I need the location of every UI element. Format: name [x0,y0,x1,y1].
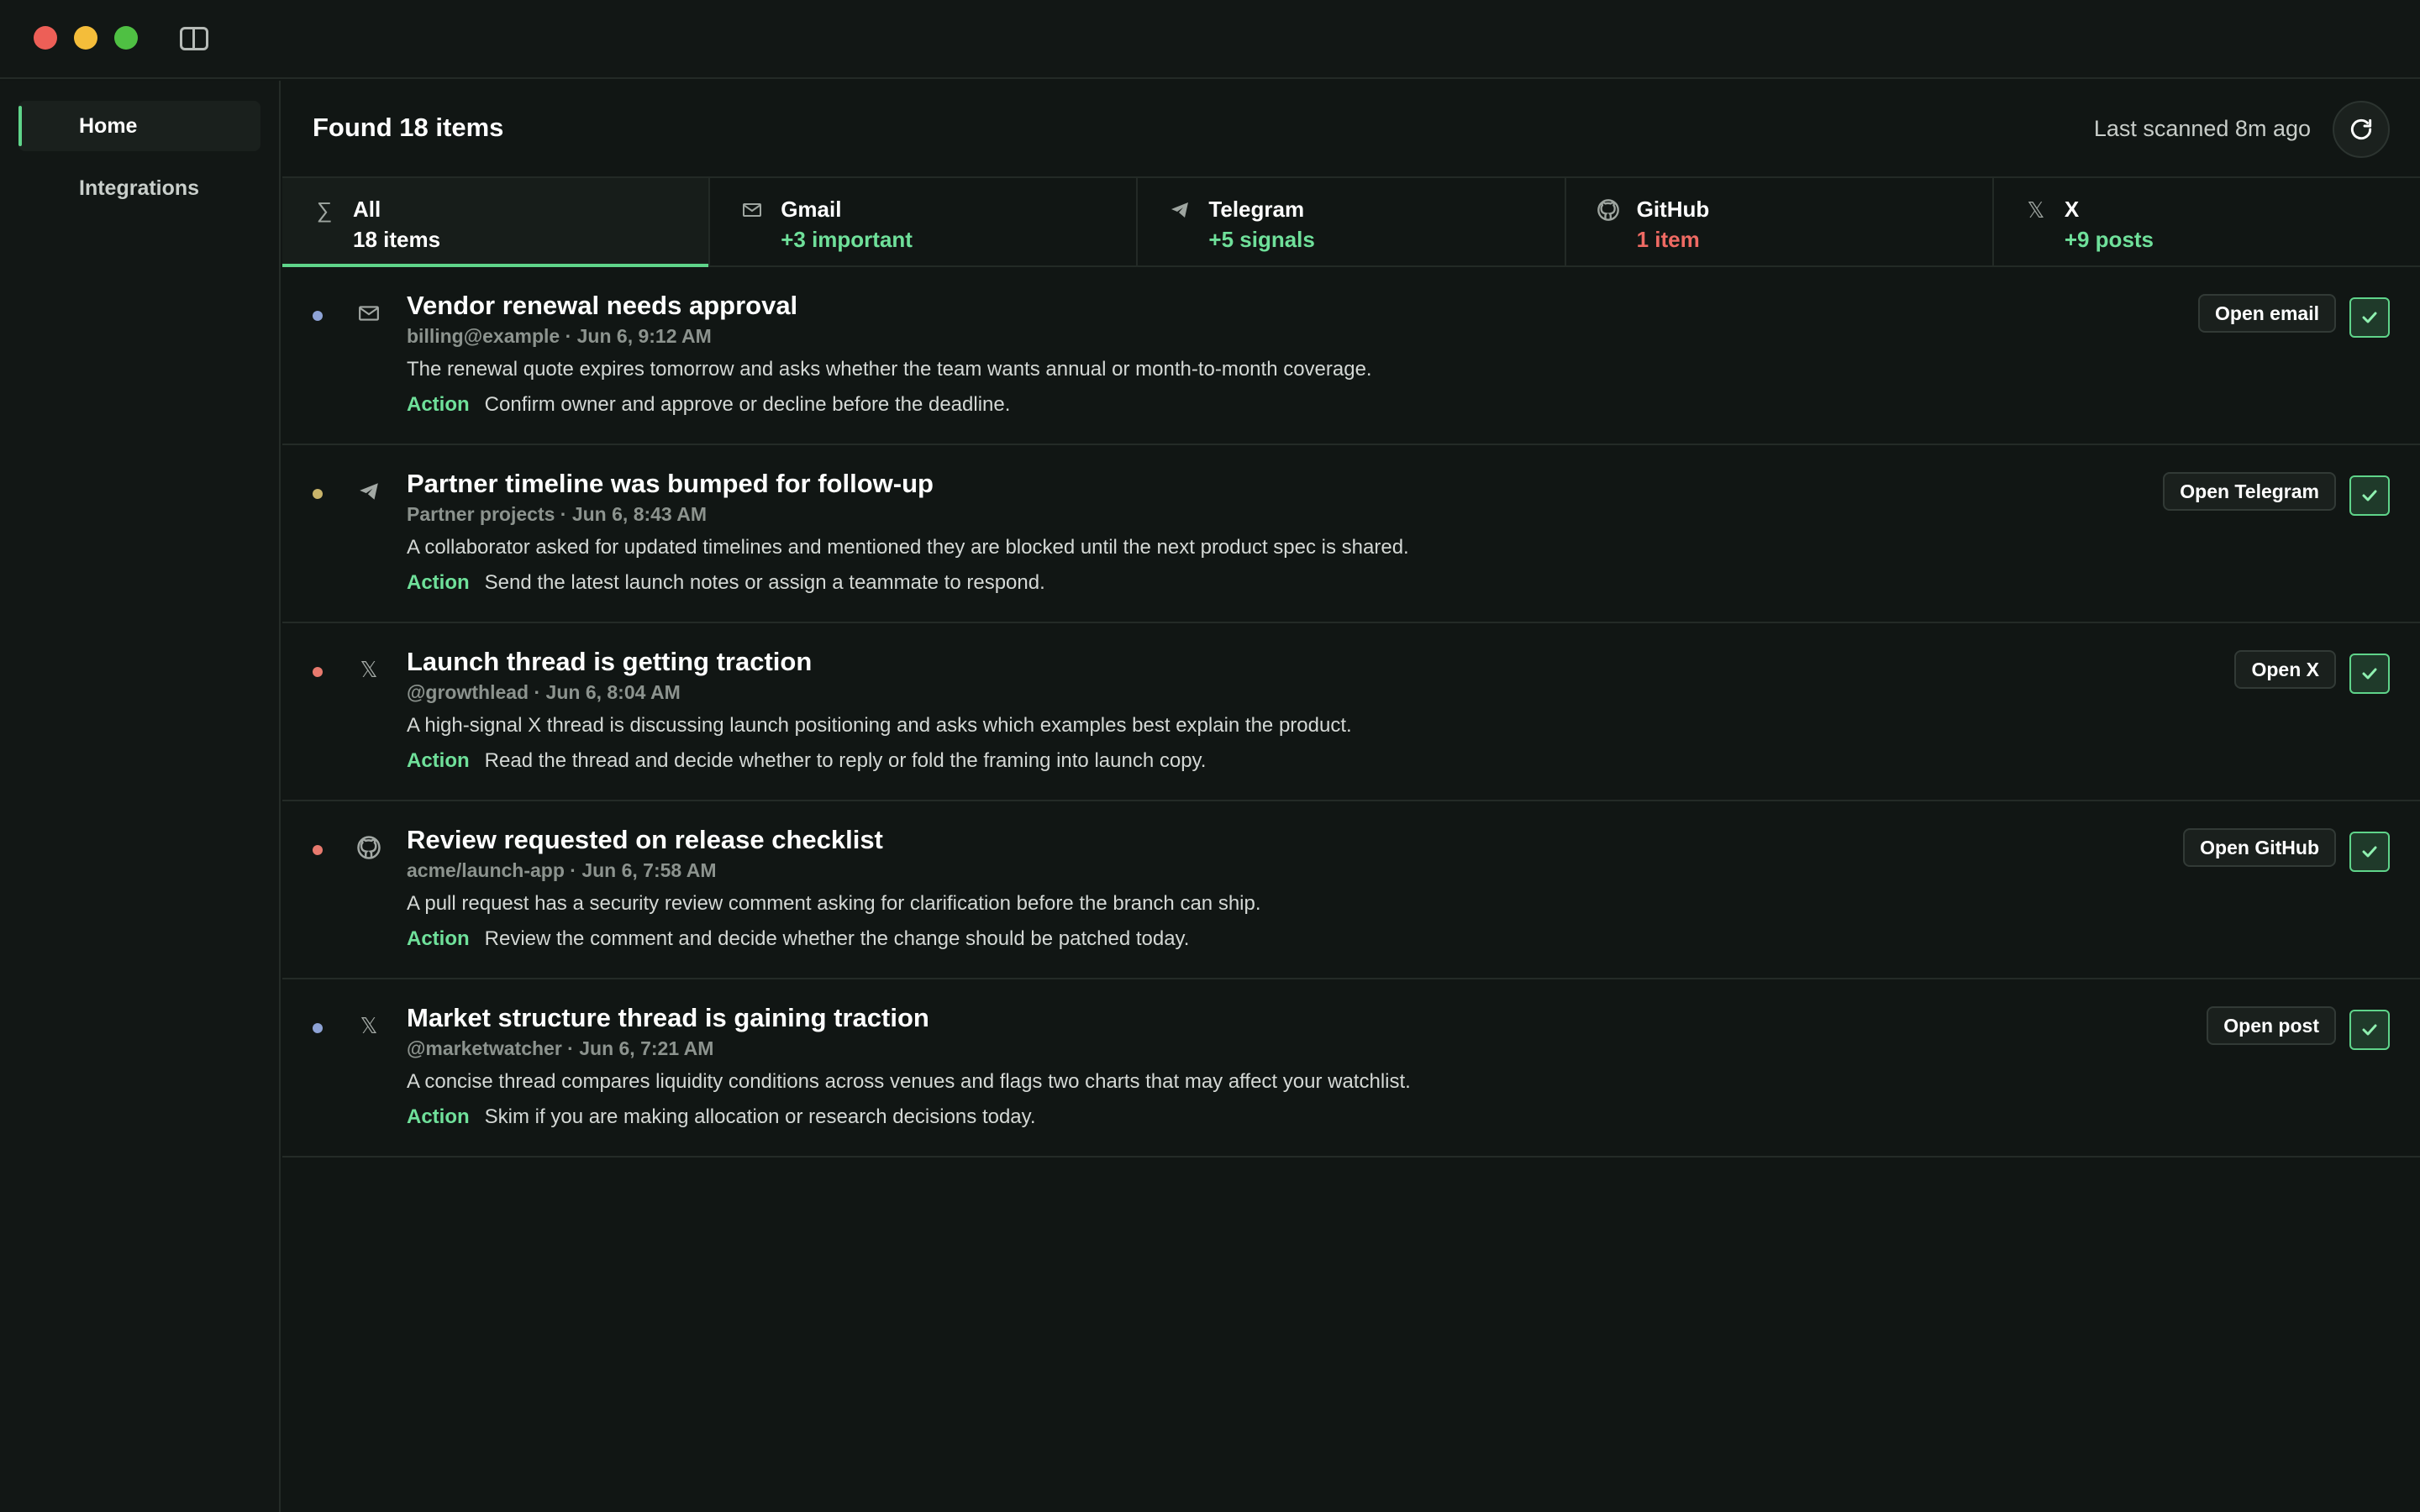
github-icon [356,835,381,860]
mark-done-button[interactable] [2349,832,2390,872]
item-description: The renewal quote expires tomorrow and a… [407,358,1372,381]
item-action: Action Read the thread and decide whether… [407,749,1206,773]
title-bar [0,0,2420,79]
tab-count: +5 signals [1208,227,1315,252]
tab-label: Gmail [781,197,842,222]
item-title: Partner timeline was bumped for follow-u… [407,469,934,498]
item-action: Action Review the comment and decide whet… [407,927,1189,951]
tab-label: GitHub [1636,197,1710,222]
tab-count: +9 posts [2064,227,2154,252]
list-item: 𝕏 Launch thread is getting traction @gro… [282,623,2420,801]
list-item: 𝕏 Market structure thread is gaining tra… [282,979,2420,1158]
action-text: Read the thread and decide whether to re… [484,749,1207,772]
checkmark-icon [2362,1024,2377,1036]
item-description: A high-signal X thread is discussing lau… [407,714,1352,737]
action-label: Action [407,1105,470,1128]
sidebar-item-label: Integrations [79,176,200,200]
checkmark-icon [2362,846,2377,858]
main-content: Found 18 items Last scanned 8m ago ∑ All… [282,81,2420,1512]
item-title: Vendor renewal needs approval [407,291,798,320]
item-list: Vendor renewal needs approval billing@ex… [282,267,2420,1158]
open-github-button[interactable]: Open GitHub [2183,828,2336,867]
action-label: Action [407,393,470,416]
tab-github[interactable]: GitHub 1 item [1565,178,1994,265]
close-window-button[interactable] [34,26,57,50]
telegram-icon [1168,198,1192,222]
action-label: Action [407,749,470,772]
checkmark-icon [2362,312,2377,323]
item-description: A pull request has a security review com… [407,892,1261,915]
tab-gmail[interactable]: Gmail +3 important [710,178,1139,265]
sidebar: Home Integrations [0,81,281,1512]
priority-dot [313,489,323,499]
mark-done-button[interactable] [2349,1010,2390,1050]
source-tabs: ∑ All 18 items Gmail +3 important Telegr… [282,178,2420,267]
tab-count: +3 important [781,227,913,252]
mark-done-button[interactable] [2349,297,2390,338]
telegram-icon [356,479,381,504]
item-action: Action Confirm owner and approve or decli… [407,393,1010,417]
item-meta: billing@example · Jun 6, 9:12 AM [407,325,712,347]
item-action: Action Send the latest launch notes or as… [407,571,1045,595]
x-icon: 𝕏 [2027,197,2045,223]
action-text: Review the comment and decide whether th… [484,927,1190,950]
sidebar-item-home[interactable]: Home [18,101,260,151]
open-x-button[interactable]: Open X [2234,650,2336,689]
tab-label: Telegram [1208,197,1305,222]
tab-count: 1 item [1636,227,1700,252]
refresh-icon [2350,118,2372,140]
item-description: A concise thread compares liquidity cond… [407,1070,1411,1093]
refresh-button[interactable] [2333,101,2390,158]
mail-icon [740,198,764,222]
priority-dot [313,311,323,321]
item-title: Market structure thread is gaining tract… [407,1003,929,1032]
action-text: Skim if you are making allocation or res… [484,1105,1036,1128]
tab-label: All [353,197,381,222]
sidebar-item-label: Home [79,114,138,138]
item-description: A collaborator asked for updated timelin… [407,536,1409,559]
priority-dot [313,667,323,677]
checkmark-icon [2362,668,2377,680]
github-icon [1597,198,1620,222]
item-action: Action Skim if you are making allocation … [407,1105,1036,1129]
item-meta: @marketwatcher · Jun 6, 7:21 AM [407,1037,714,1059]
open-email-button[interactable]: Open email [2198,294,2336,333]
action-label: Action [407,927,470,950]
checkmark-icon [2362,490,2377,501]
minimize-window-button[interactable] [74,26,97,50]
open-telegram-button[interactable]: Open Telegram [2163,472,2336,511]
item-meta: @growthlead · Jun 6, 8:04 AM [407,681,681,703]
tab-label: X [2064,197,2080,222]
item-meta: acme/launch-app · Jun 6, 7:58 AM [407,859,717,881]
tab-x[interactable]: 𝕏 X +9 posts [1993,178,2420,265]
mail-icon [356,301,381,326]
priority-dot [313,845,323,855]
x-icon: 𝕏 [360,656,378,682]
last-scanned-status: Last scanned 8m ago [2093,116,2311,141]
open-post-button[interactable]: Open post [2207,1006,2336,1045]
x-icon: 𝕏 [360,1012,378,1038]
list-item: Partner timeline was bumped for follow-u… [282,445,2420,623]
sidebar-item-integrations[interactable]: Integrations [18,163,260,213]
mark-done-button[interactable] [2349,475,2390,516]
maximize-window-button[interactable] [114,26,138,50]
sigma-icon: ∑ [316,197,333,223]
list-item: Review requested on release checklist ac… [282,801,2420,979]
mark-done-button[interactable] [2349,654,2390,694]
action-label: Action [407,571,470,594]
item-title: Launch thread is getting traction [407,647,813,676]
list-item: Vendor renewal needs approval billing@ex… [282,267,2420,445]
sidebar-toggle-icon[interactable] [180,27,208,50]
item-meta: Partner projects · Jun 6, 8:43 AM [407,503,708,525]
page-header: Found 18 items Last scanned 8m ago [282,81,2420,178]
action-text: Confirm owner and approve or decline bef… [484,393,1011,416]
tab-telegram[interactable]: Telegram +5 signals [1138,178,1566,265]
tab-count: 18 items [353,227,441,252]
tab-all[interactable]: ∑ All 18 items [282,178,711,267]
action-text: Send the latest launch notes or assign a… [484,571,1045,594]
item-title: Review requested on release checklist [407,825,883,854]
page-title: Found 18 items [313,113,504,142]
priority-dot [313,1023,323,1033]
